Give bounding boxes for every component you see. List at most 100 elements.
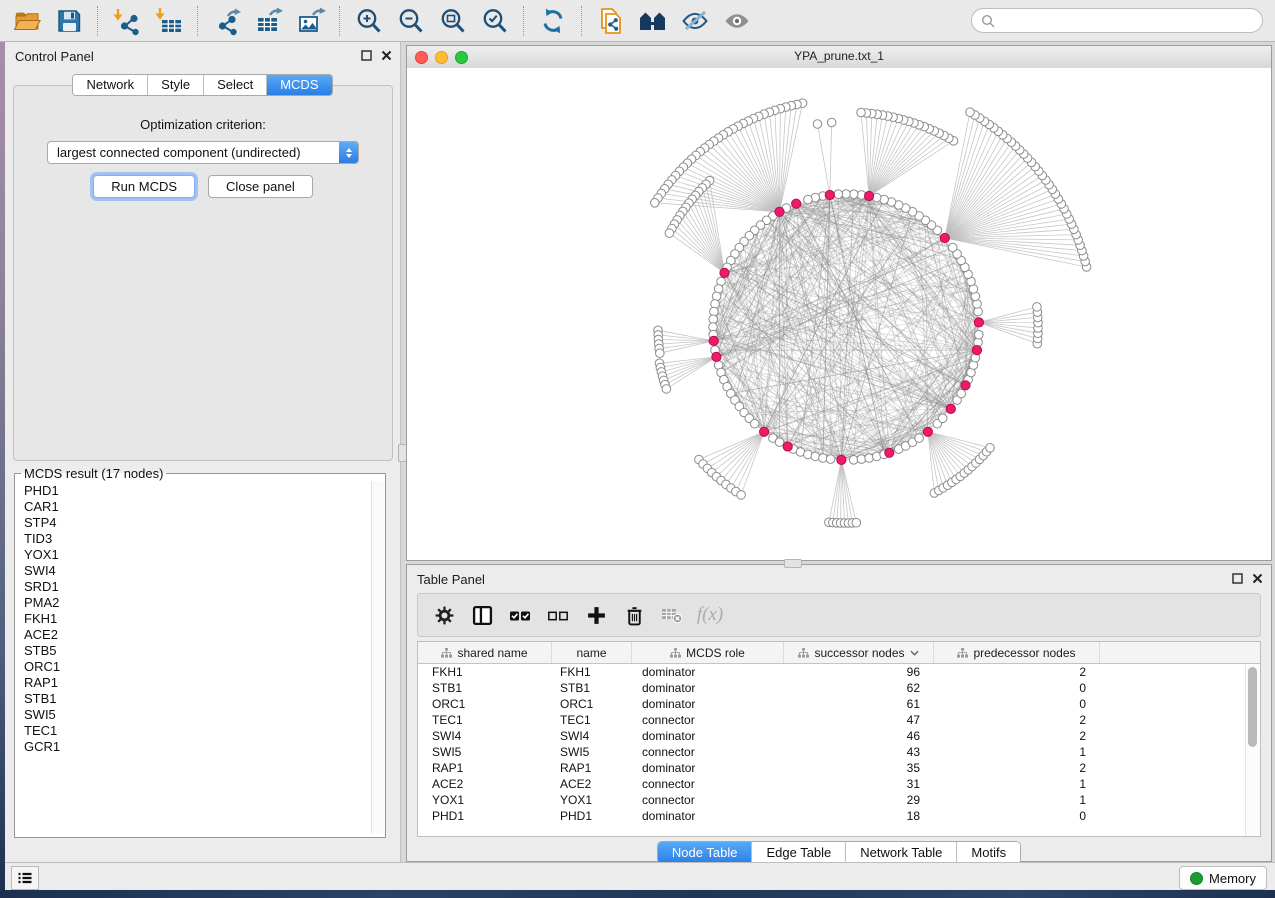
table-cell[interactable]: FKH1 [552, 664, 632, 680]
graph-leaf-node[interactable] [656, 349, 665, 358]
graph-node[interactable] [915, 434, 924, 443]
table-cell[interactable]: 2 [934, 728, 1100, 744]
refresh-icon[interactable] [536, 4, 570, 38]
table-cell[interactable]: RAP1 [418, 760, 552, 776]
table-cell[interactable] [1100, 728, 1260, 744]
search-input[interactable] [995, 13, 1262, 29]
column-header-shared-name[interactable]: shared name [418, 642, 552, 663]
table-row-STB1[interactable]: STB1STB1dominator620 [418, 680, 1260, 696]
graph-dominator-node[interactable] [865, 191, 874, 200]
table-cell[interactable] [1100, 664, 1260, 680]
table-cell[interactable]: ORC1 [552, 696, 632, 712]
table-cell[interactable]: 62 [784, 680, 934, 696]
table-cell[interactable]: ACE2 [418, 776, 552, 792]
graph-dominator-node[interactable] [837, 455, 846, 464]
table-cell[interactable]: RAP1 [552, 760, 632, 776]
graph-leaf-node[interactable] [966, 108, 975, 117]
graph-leaf-node[interactable] [665, 229, 674, 238]
export-network-icon[interactable] [210, 4, 244, 38]
table-cell[interactable]: 35 [784, 760, 934, 776]
table-cell[interactable]: YOX1 [552, 792, 632, 808]
close-window-icon[interactable] [415, 51, 428, 64]
column-header-successor-nodes[interactable]: successor nodes [784, 642, 934, 663]
graph-dominator-node[interactable] [825, 190, 834, 199]
table-cell[interactable]: 1 [934, 776, 1100, 792]
table-cell[interactable]: YOX1 [418, 792, 552, 808]
open-file-icon[interactable] [10, 4, 44, 38]
zoom-fit-icon[interactable] [436, 4, 470, 38]
table-row-YOX1[interactable]: YOX1YOX1connector291 [418, 792, 1260, 808]
run-mcds-button[interactable]: Run MCDS [93, 175, 195, 198]
table-cell[interactable]: TEC1 [418, 712, 552, 728]
select-all-rows-icon[interactable] [504, 599, 536, 631]
mcds-result-item[interactable]: ORC1 [24, 659, 372, 675]
minimize-window-icon[interactable] [435, 51, 448, 64]
table-cell[interactable] [1100, 744, 1260, 760]
table-cell[interactable]: SWI5 [552, 744, 632, 760]
maximize-window-icon[interactable] [455, 51, 468, 64]
graph-node[interactable] [775, 438, 784, 447]
table-row-ORC1[interactable]: ORC1ORC1dominator610 [418, 696, 1260, 712]
table-cell[interactable] [1100, 712, 1260, 728]
table-cell[interactable]: connector [632, 744, 784, 760]
mcds-result-item[interactable]: CAR1 [24, 499, 372, 515]
mcds-result-item[interactable]: SWI4 [24, 563, 372, 579]
table-cell[interactable]: connector [632, 792, 784, 808]
table-row-SWI4[interactable]: SWI4SWI4dominator462 [418, 728, 1260, 744]
mcds-result-item[interactable]: SWI5 [24, 707, 372, 723]
tab-network[interactable]: Network [73, 75, 148, 95]
show-all-icon[interactable] [720, 4, 754, 38]
criterion-select[interactable]: largest connected component (undirected) [47, 141, 359, 164]
mcds-result-item[interactable]: TID3 [24, 531, 372, 547]
table-cell[interactable]: PHD1 [418, 808, 552, 824]
table-cell[interactable]: dominator [632, 728, 784, 744]
toggle-columns-icon[interactable] [466, 599, 498, 631]
close-panel-icon[interactable] [380, 49, 392, 61]
close-panel-button[interactable]: Close panel [208, 175, 313, 198]
float-panel-icon[interactable] [1231, 572, 1243, 584]
column-header-name[interactable]: name [552, 642, 632, 663]
graph-dominator-node[interactable] [760, 427, 769, 436]
table-cell[interactable]: STB1 [418, 680, 552, 696]
graph-dominator-node[interactable] [923, 427, 932, 436]
graph-dominator-node[interactable] [974, 318, 983, 327]
graph-dominator-node[interactable] [720, 268, 729, 277]
float-panel-icon[interactable] [360, 49, 372, 61]
table-scrollbar-thumb[interactable] [1248, 667, 1257, 747]
zoom-in-icon[interactable] [352, 4, 386, 38]
zoom-out-icon[interactable] [394, 4, 428, 38]
table-cell[interactable]: 46 [784, 728, 934, 744]
graph-leaf-node[interactable] [852, 518, 861, 527]
deselect-all-rows-icon[interactable] [542, 599, 574, 631]
graph-leaf-node[interactable] [813, 120, 822, 129]
graph-dominator-node[interactable] [972, 346, 981, 355]
table-cell[interactable]: 1 [934, 792, 1100, 808]
tab-node-table[interactable]: Node Table [658, 842, 753, 864]
graph-node[interactable] [974, 307, 983, 316]
graph-node[interactable] [750, 419, 759, 428]
table-cell[interactable]: connector [632, 712, 784, 728]
graph-leaf-node[interactable] [737, 491, 746, 500]
graph-node[interactable] [973, 300, 982, 309]
task-history-button[interactable] [11, 866, 39, 890]
table-row-ACE2[interactable]: ACE2ACE2connector311 [418, 776, 1260, 792]
table-cell[interactable]: dominator [632, 680, 784, 696]
mcds-result-item[interactable]: STB5 [24, 643, 372, 659]
mcds-result-item[interactable]: RAP1 [24, 675, 372, 691]
graph-leaf-node[interactable] [986, 444, 995, 453]
graph-node[interactable] [811, 452, 820, 461]
mcds-list-scrollbar[interactable] [371, 481, 385, 833]
table-row-SWI5[interactable]: SWI5SWI5connector431 [418, 744, 1260, 760]
tab-network-table[interactable]: Network Table [846, 842, 957, 864]
graph-node[interactable] [819, 454, 828, 463]
tab-style[interactable]: Style [148, 75, 204, 95]
table-cell[interactable]: 2 [934, 760, 1100, 776]
mcds-result-item[interactable]: SRD1 [24, 579, 372, 595]
zoom-selected-icon[interactable] [478, 4, 512, 38]
table-cell[interactable]: 96 [784, 664, 934, 680]
memory-button[interactable]: Memory [1179, 866, 1267, 890]
import-network-icon[interactable] [110, 4, 144, 38]
column-header-MCDS-role[interactable]: MCDS role [632, 642, 784, 663]
table-cell[interactable]: 0 [934, 696, 1100, 712]
graph-dominator-node[interactable] [946, 404, 955, 413]
